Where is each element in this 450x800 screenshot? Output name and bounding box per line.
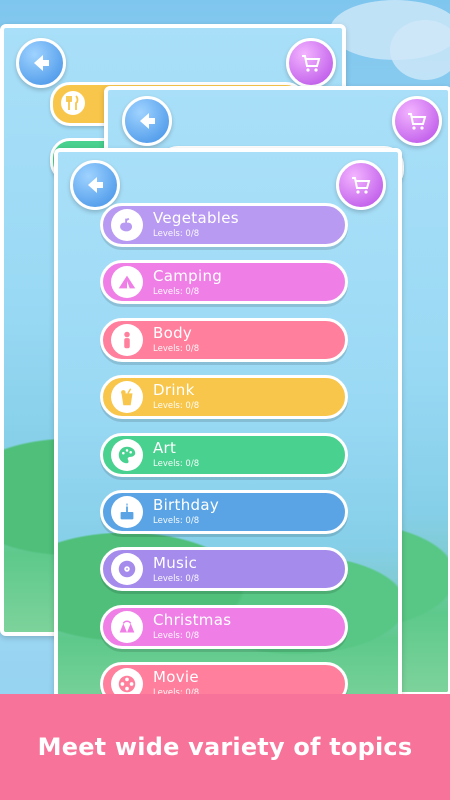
fork-knife-icon xyxy=(61,91,85,115)
topic-music[interactable]: Music Levels: 0/8 xyxy=(100,547,348,592)
topic-levels: Levels: 0/8 xyxy=(153,516,200,527)
topic-levels: Levels: 0/8 xyxy=(153,458,200,469)
banner-text: Meet wide variety of topics xyxy=(37,733,413,761)
topic-name: Body xyxy=(153,324,193,343)
topic-drink[interactable]: Drink Levels: 0/8 xyxy=(100,375,348,420)
topic-levels: Levels: 0/8 xyxy=(153,630,200,641)
drink-icon xyxy=(111,381,143,414)
back-button[interactable] xyxy=(16,38,66,88)
topic-name: Birthday xyxy=(153,496,220,515)
back-button[interactable] xyxy=(122,96,172,146)
palette-icon xyxy=(111,438,143,471)
cart-icon xyxy=(408,113,427,130)
topic-camping[interactable]: Camping Levels: 0/8 xyxy=(100,260,348,305)
topic-levels: Levels: 0/8 xyxy=(153,229,200,240)
cake-icon xyxy=(111,495,143,528)
disc-icon xyxy=(111,553,143,586)
topic-levels: Levels: 0/8 xyxy=(153,573,200,584)
topic-name: Christmas xyxy=(153,610,232,629)
tent-icon xyxy=(111,266,143,299)
shop-button[interactable] xyxy=(286,38,336,88)
topic-christmas[interactable]: Christmas Levels: 0/8 xyxy=(100,604,348,649)
topic-levels: Levels: 0/8 xyxy=(153,286,200,297)
cart-icon xyxy=(352,177,371,194)
topic-name: Art xyxy=(153,438,177,457)
topic-name: Music xyxy=(153,553,198,572)
back-arrow-icon xyxy=(140,113,155,129)
cloud xyxy=(390,20,450,80)
topic-name: Camping xyxy=(153,266,223,285)
bells-icon xyxy=(111,610,143,643)
topic-list: Vegetables Levels: 0/8 Camping Levels: 0/8… xyxy=(100,203,348,720)
topic-body[interactable]: Body Levels: 0/8 xyxy=(100,317,348,362)
topic-name: Vegetables xyxy=(153,209,239,228)
vegetables-icon xyxy=(111,209,143,241)
back-arrow-icon xyxy=(34,55,49,71)
topic-art[interactable]: Art Levels: 0/8 xyxy=(100,432,348,477)
promo-banner: Meet wide variety of topics xyxy=(0,694,450,800)
person-icon xyxy=(111,323,143,356)
topic-levels: Levels: 0/8 xyxy=(153,344,200,355)
topic-name: Drink xyxy=(153,381,195,400)
shop-button[interactable] xyxy=(392,96,442,146)
cart-icon xyxy=(302,55,321,72)
back-arrow-icon xyxy=(88,177,103,193)
topic-levels: Levels: 0/8 xyxy=(153,401,200,412)
topic-vegetables[interactable]: Vegetables Levels: 0/8 xyxy=(100,203,348,247)
topic-birthday[interactable]: Birthday Levels: 0/8 xyxy=(100,489,348,534)
topic-name: Movie xyxy=(153,668,199,687)
